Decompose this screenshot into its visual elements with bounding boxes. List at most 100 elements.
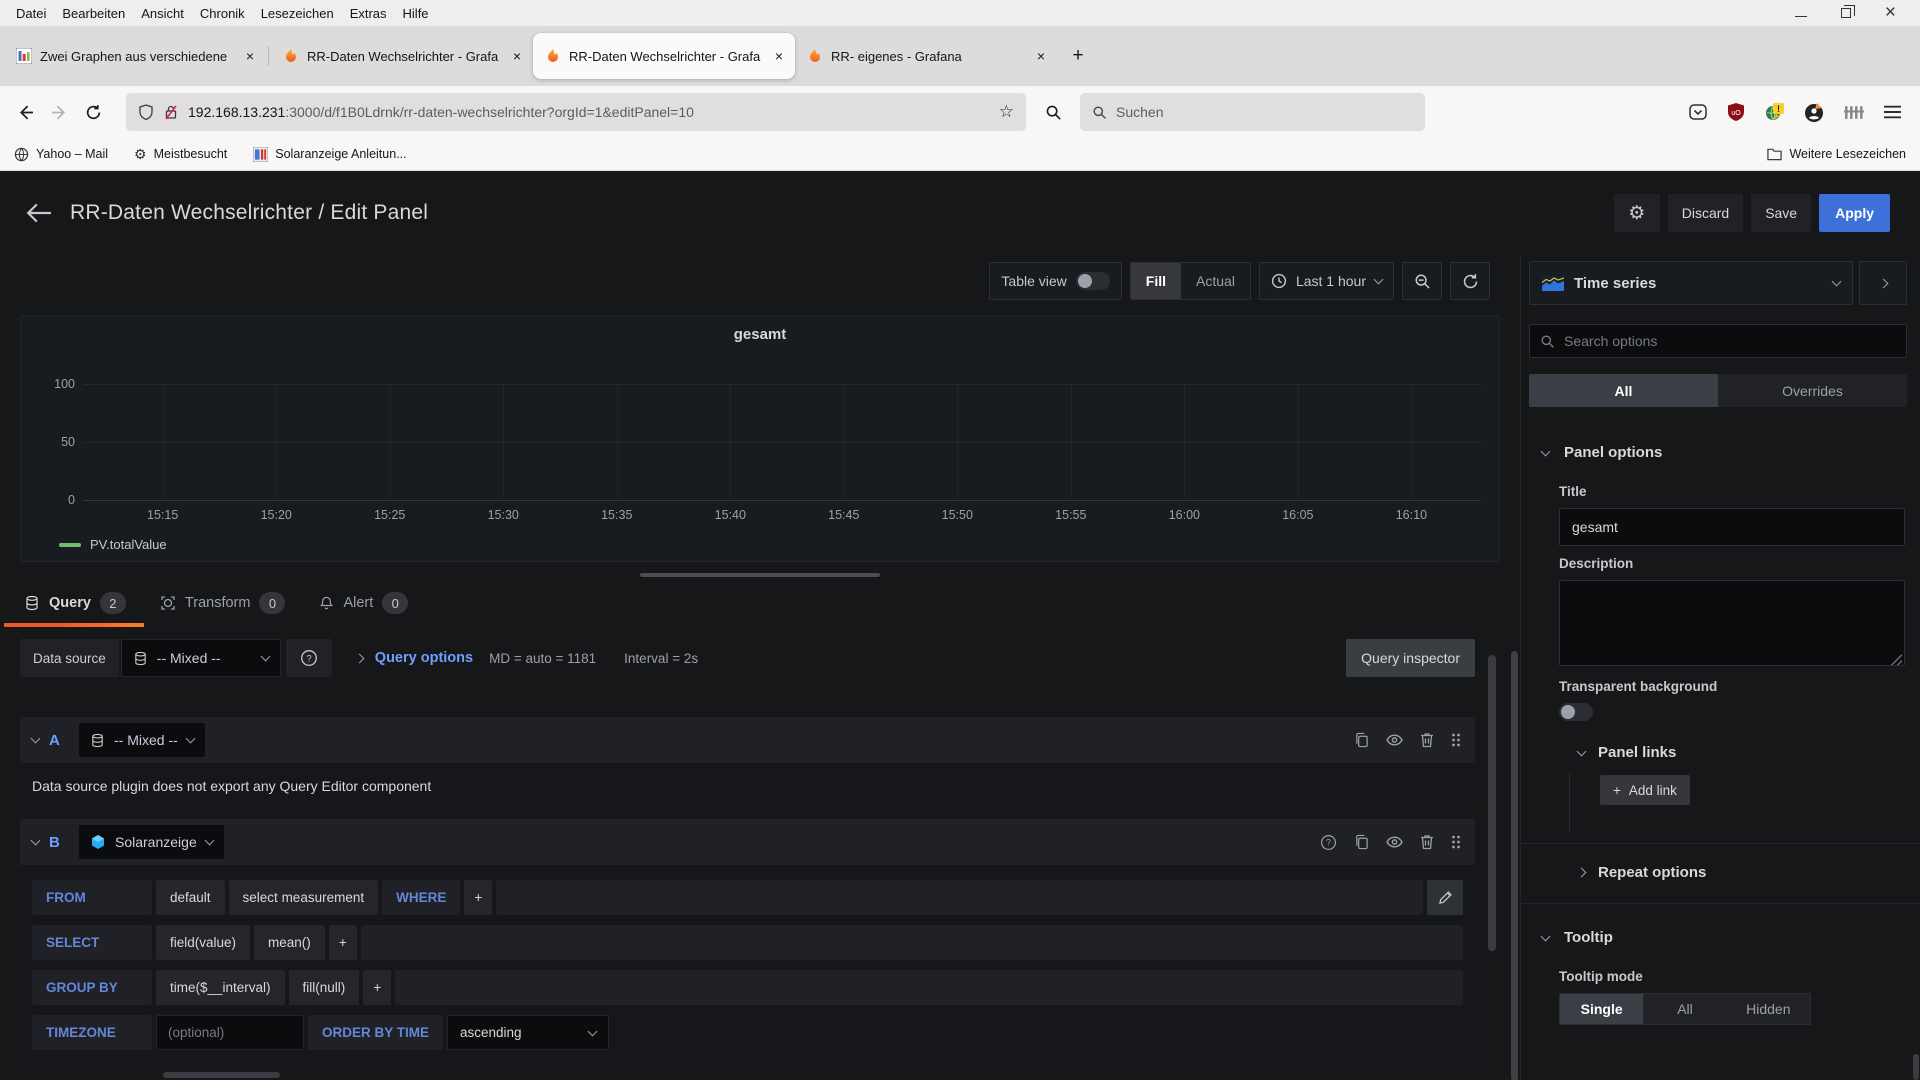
- refresh-button[interactable]: [1450, 262, 1490, 300]
- table-view-toggle[interactable]: [1076, 272, 1110, 290]
- menu-item-tools[interactable]: Extras: [342, 4, 395, 23]
- query-a-datasource-picker[interactable]: -- Mixed --: [79, 723, 205, 757]
- forward-icon[interactable]: [42, 95, 76, 129]
- visualization-picker[interactable]: Time series: [1529, 261, 1853, 305]
- fence-containers-icon[interactable]: [1843, 102, 1865, 122]
- tab-alert[interactable]: Alert 0: [317, 592, 410, 627]
- menu-item-view[interactable]: Ansicht: [133, 4, 192, 23]
- panel-description-textarea[interactable]: [1559, 580, 1905, 666]
- time-range-picker[interactable]: Last 1 hour: [1259, 262, 1394, 300]
- query-area-scrollbar-thumb[interactable]: [1488, 655, 1496, 951]
- zoom-out-button[interactable]: [1402, 262, 1442, 300]
- tab-overrides[interactable]: Overrides: [1718, 374, 1907, 407]
- bookmark-yahoo-mail[interactable]: Yahoo – Mail: [14, 147, 108, 162]
- browser-search-field[interactable]: [1080, 93, 1425, 131]
- panel-title-input[interactable]: [1559, 508, 1905, 546]
- group-by-fill-segment[interactable]: fill(null): [289, 970, 360, 1005]
- tab-query[interactable]: Query 2: [22, 592, 128, 627]
- datasource-picker[interactable]: -- Mixed --: [121, 639, 281, 677]
- drag-handle-icon[interactable]: [1451, 834, 1461, 850]
- hamburger-menu-icon[interactable]: [1883, 104, 1902, 120]
- eye-icon[interactable]: [1386, 733, 1403, 747]
- fill-option[interactable]: Fill: [1131, 263, 1181, 299]
- panel-settings-gear-button[interactable]: ⚙: [1614, 194, 1660, 232]
- url-text[interactable]: 192.168.13.231:3000/d/f1B0Ldrnk/rr-daten…: [188, 104, 990, 120]
- chart-panel[interactable]: gesamt 100 50 0: [20, 315, 1500, 562]
- panel-options-section-header[interactable]: Panel options: [1521, 429, 1920, 474]
- select-field-segment[interactable]: field(value): [156, 925, 250, 960]
- bookmark-solaranzeige[interactable]: Solaranzeige Anleitun...: [253, 147, 406, 162]
- window-restore-button[interactable]: [1841, 8, 1851, 18]
- window-minimize-button[interactable]: [1795, 16, 1807, 17]
- menu-item-bookmarks[interactable]: Lesezeichen: [253, 4, 342, 23]
- browser-tab-3-active[interactable]: RR-Daten Wechselrichter - Grafa ×: [533, 33, 795, 79]
- drag-handle-icon[interactable]: [1451, 732, 1461, 748]
- reload-icon[interactable]: [76, 95, 110, 129]
- tooltip-mode-single[interactable]: Single: [1560, 994, 1643, 1024]
- horizontal-scrollbar-thumb[interactable]: [163, 1072, 280, 1078]
- options-search-field[interactable]: [1529, 324, 1907, 358]
- group-by-time-segment[interactable]: time($__interval): [156, 970, 285, 1005]
- tab-close-icon[interactable]: ×: [242, 46, 258, 66]
- bookmark-star-icon[interactable]: ☆: [999, 102, 1014, 122]
- query-b-datasource-picker[interactable]: Solaranzeige: [79, 825, 224, 859]
- apply-button[interactable]: Apply: [1819, 194, 1890, 232]
- raw-query-pencil-button[interactable]: [1427, 880, 1463, 915]
- menu-item-file[interactable]: Datei: [8, 4, 54, 23]
- chart-plot-area[interactable]: 100 50 0: [83, 384, 1481, 500]
- add-where-condition-button[interactable]: +: [464, 880, 492, 915]
- from-measurement-segment[interactable]: select measurement: [229, 880, 379, 915]
- eye-icon[interactable]: [1386, 835, 1403, 849]
- search-glass-button[interactable]: [1036, 95, 1070, 129]
- repeat-options-section-header[interactable]: Repeat options: [1521, 854, 1920, 893]
- tab-all-options[interactable]: All: [1529, 374, 1718, 407]
- query-inspector-button[interactable]: Query inspector: [1346, 639, 1475, 677]
- add-group-by-button[interactable]: +: [363, 970, 391, 1005]
- account-extension-icon[interactable]: [1804, 102, 1825, 123]
- url-bar[interactable]: 192.168.13.231:3000/d/f1B0Ldrnk/rr-daten…: [126, 93, 1026, 131]
- duplicate-icon[interactable]: [1354, 732, 1369, 748]
- duplicate-icon[interactable]: [1354, 834, 1369, 850]
- bookmark-most-visited[interactable]: ⚙ Meistbesucht: [134, 146, 227, 163]
- downloader-warning-icon[interactable]: !: [1764, 101, 1786, 123]
- options-search-input[interactable]: [1564, 333, 1896, 349]
- discard-button[interactable]: Discard: [1668, 194, 1743, 232]
- tab-transform[interactable]: Transform 0: [158, 592, 288, 627]
- sidebar-scrollbar-thumb[interactable]: [1913, 1054, 1919, 1080]
- transparent-background-toggle[interactable]: [1559, 703, 1593, 721]
- select-mean-segment[interactable]: mean(): [254, 925, 325, 960]
- query-options-toggle[interactable]: Query options: [356, 650, 473, 666]
- back-icon[interactable]: [8, 95, 42, 129]
- help-circle-icon[interactable]: ?: [1320, 834, 1337, 851]
- tab-close-icon[interactable]: ×: [509, 46, 525, 66]
- browser-search-input[interactable]: [1116, 104, 1413, 120]
- legend-series-label[interactable]: PV.totalValue: [90, 537, 167, 552]
- add-select-part-button[interactable]: +: [329, 925, 357, 960]
- tooltip-mode-hidden[interactable]: Hidden: [1727, 994, 1810, 1024]
- main-scrollbar-thumb[interactable]: [1511, 651, 1518, 1080]
- panel-links-section-header[interactable]: Panel links: [1521, 724, 1920, 773]
- browser-tab-4[interactable]: RR- eigenes - Grafana ×: [795, 33, 1057, 79]
- shield-icon[interactable]: [138, 104, 154, 121]
- collapse-sidebar-button[interactable]: [1859, 261, 1907, 305]
- browser-tab-2[interactable]: RR-Daten Wechselrichter - Grafa ×: [271, 33, 533, 79]
- back-arrow-icon[interactable]: [26, 202, 52, 224]
- chevron-down-icon[interactable]: [31, 836, 41, 846]
- pocket-icon[interactable]: [1688, 102, 1708, 122]
- insecure-lock-icon[interactable]: [163, 104, 179, 121]
- tooltip-mode-all[interactable]: All: [1643, 994, 1726, 1024]
- datasource-help-button[interactable]: ?: [286, 639, 332, 677]
- window-close-button[interactable]: ×: [1885, 6, 1896, 20]
- from-policy-segment[interactable]: default: [156, 880, 225, 915]
- chevron-down-icon[interactable]: [31, 734, 41, 744]
- browser-tab-1[interactable]: Zwei Graphen aus verschiedene ×: [4, 33, 266, 79]
- trash-icon[interactable]: [1420, 834, 1434, 850]
- timezone-input[interactable]: [157, 1016, 303, 1049]
- new-tab-button[interactable]: +: [1063, 41, 1093, 71]
- menu-item-help[interactable]: Hilfe: [395, 4, 437, 23]
- menu-item-history[interactable]: Chronik: [192, 4, 253, 23]
- tooltip-section-header[interactable]: Tooltip: [1521, 914, 1920, 959]
- menu-item-edit[interactable]: Bearbeiten: [54, 4, 133, 23]
- query-b-header[interactable]: B Solaranzeige ?: [20, 819, 1475, 865]
- actual-option[interactable]: Actual: [1181, 263, 1250, 299]
